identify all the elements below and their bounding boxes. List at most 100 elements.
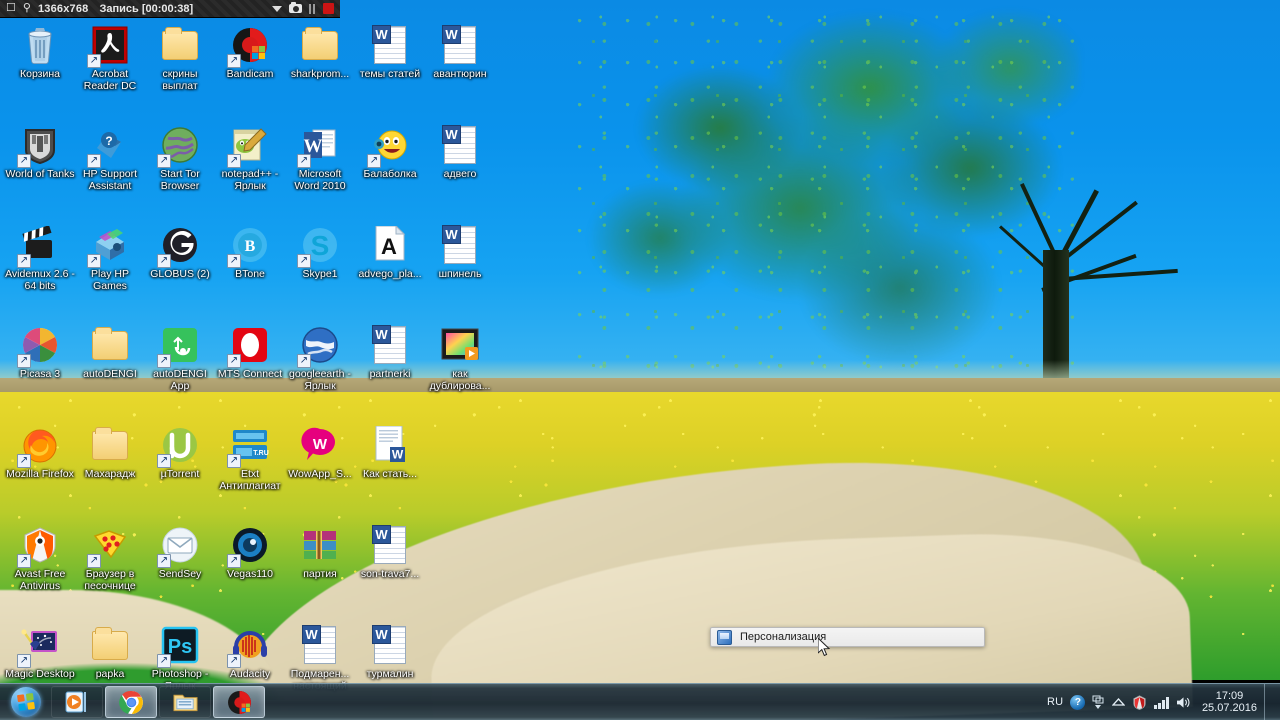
- desktop-icon[interactable]: ↗ Avidemux 2.6 - 64 bits: [5, 223, 75, 292]
- volume-icon[interactable]: [1176, 696, 1191, 709]
- start-button[interactable]: [2, 685, 50, 720]
- desktop-icon[interactable]: скрины выплат: [145, 23, 215, 92]
- window-icon[interactable]: ☐: [6, 3, 16, 14]
- desktop-icon[interactable]: ↗ Avast Free Antivirus: [5, 523, 75, 592]
- desktop-icon[interactable]: ↗ Балаболка: [355, 123, 425, 181]
- desktop-icon-label: Magic Desktop: [5, 668, 75, 680]
- desktop-icon[interactable]: son-trava7...: [355, 523, 425, 581]
- desktop-icon[interactable]: ↗ notepad++ - Ярлык: [215, 123, 285, 192]
- bandicam-recording-bar[interactable]: ☐ ⚲ 1366x768 Запись [00:00:38]: [0, 0, 340, 18]
- desktop-icon[interactable]: ↗ Picasa 3: [5, 323, 75, 381]
- avast-icon[interactable]: [1132, 694, 1147, 710]
- desktop-icon[interactable]: Aadvego_pla...: [355, 223, 425, 281]
- svg-text:Ps: Ps: [168, 636, 192, 658]
- desktop-icon[interactable]: ↗ autoDENGI App: [145, 323, 215, 392]
- taskbar-item-windows-explorer[interactable]: [159, 686, 211, 718]
- desktop-icon[interactable]: ↗ Mozilla Firefox: [5, 423, 75, 481]
- taskbar-item-google-chrome[interactable]: [105, 686, 157, 718]
- shortcut-arrow-icon: ↗: [367, 154, 381, 168]
- context-menu-item-personalization[interactable]: Персонализация: [740, 631, 826, 643]
- desktop-icon[interactable]: Корзина: [5, 23, 75, 81]
- desktop-icon[interactable]: как дублирова...: [425, 323, 495, 392]
- word-doc-icon: [368, 323, 412, 367]
- wot-icon: ↗: [17, 123, 62, 168]
- show-hidden-icons-icon[interactable]: [1112, 697, 1126, 707]
- desktop-icon[interactable]: W ↗ Microsoft Word 2010: [285, 123, 355, 192]
- desktop-icon[interactable]: ? ↗ HP Support Assistant: [75, 123, 145, 192]
- clock-time: 17:09: [1215, 690, 1244, 702]
- bandicam-icon: ↗: [227, 23, 272, 68]
- desktop-icon-label: SendSey: [158, 568, 202, 580]
- desktop-icon-label: как дублирова...: [429, 368, 491, 392]
- taskbar-item-bandicam[interactable]: [213, 686, 265, 718]
- video-icon: [438, 323, 482, 367]
- desktop-icon[interactable]: ↗ µTorrent: [145, 423, 215, 481]
- desktop-icon[interactable]: турмалин: [355, 623, 425, 681]
- desktop-icon[interactable]: ↗ World of Tanks: [5, 123, 75, 181]
- desktop-icon[interactable]: Подмарен... настоящий: [285, 623, 355, 692]
- network-icon[interactable]: [1154, 696, 1169, 709]
- desktop-icon-label: Mozilla Firefox: [6, 468, 74, 480]
- balabolka-icon: ↗: [367, 123, 412, 168]
- photoshop-icon: Ps ↗: [157, 623, 202, 668]
- desktop-icon[interactable]: шпинель: [425, 223, 495, 281]
- shortcut-arrow-icon: ↗: [17, 554, 31, 568]
- desktop-icon[interactable]: sharkprom...: [285, 23, 355, 81]
- pause-icon[interactable]: [309, 3, 316, 14]
- desktop-screen: ☐ ⚲ 1366x768 Запись [00:00:38] Корзина ↗ A…: [0, 0, 1280, 720]
- camera-icon[interactable]: [289, 1, 302, 13]
- desktop-icon[interactable]: ↗ Bandicam: [215, 23, 285, 81]
- desktop-icon-label: Bandicam: [226, 68, 274, 80]
- record-icon[interactable]: [323, 3, 334, 14]
- desktop-icon[interactable]: Махарадж: [75, 423, 145, 481]
- desktop-icon[interactable]: ↗ Acrobat Reader DC: [75, 23, 145, 92]
- desktop-icon-label: autoDENGI: [83, 368, 137, 380]
- svg-text:?: ?: [105, 134, 112, 148]
- desktop-icon[interactable]: partnerki: [355, 323, 425, 381]
- desktop-icon[interactable]: ↗ SendSey: [145, 523, 215, 581]
- desktop-icon[interactable]: autoDENGI: [75, 323, 145, 381]
- desktop-icon[interactable]: авантюрин: [425, 23, 495, 81]
- caret-down-icon[interactable]: [272, 5, 282, 12]
- word-doc-alt-icon: W: [368, 423, 412, 467]
- context-menu[interactable]: Персонализация: [710, 627, 985, 647]
- desktop-icon[interactable]: W WowApp_S...: [285, 423, 355, 481]
- desktop-icon-label: World of Tanks: [5, 168, 75, 180]
- magnifier-icon[interactable]: ⚲: [23, 3, 31, 14]
- language-indicator[interactable]: RU: [1047, 696, 1064, 708]
- desktop-icon[interactable]: T.RU ↗ Etxt Антиплагиат: [215, 423, 285, 492]
- desktop-icon[interactable]: ↗ GLOBUS (2): [145, 223, 215, 281]
- hp-support-icon: ? ↗: [87, 123, 132, 168]
- wallpaper-tree-leaves: [570, 8, 1080, 398]
- desktop-icon-label: Etxt Антиплагиат: [219, 468, 281, 492]
- desktop-icon[interactable]: ↗ Audacity: [215, 623, 285, 681]
- desktop-icon[interactable]: ↗ Start Tor Browser: [145, 123, 215, 192]
- desktop-icon-label: партия: [303, 568, 337, 580]
- desktop-icon[interactable]: ↗ Vegas110: [215, 523, 285, 581]
- desktop-icon[interactable]: S ↗ Skype1: [285, 223, 355, 281]
- help-icon[interactable]: ?: [1070, 694, 1086, 710]
- desktop-icon[interactable]: W Как стать...: [355, 423, 425, 481]
- action-center-icon[interactable]: [1092, 695, 1105, 710]
- show-desktop-button[interactable]: [1264, 683, 1274, 720]
- desktop-icon[interactable]: B ↗ BTone: [215, 223, 285, 281]
- desktop-icon[interactable]: ↗ MTS Connect: [215, 323, 285, 381]
- clock[interactable]: 17:09 25.07.2016: [1198, 690, 1257, 714]
- desktop-icon[interactable]: ↗ Magic Desktop: [5, 623, 75, 681]
- desktop-icon[interactable]: ↗ Браузер в песочнице: [75, 523, 145, 592]
- audacity-icon: ↗: [227, 623, 272, 668]
- desktop-icon[interactable]: papka: [75, 623, 145, 681]
- desktop-icon-label: Vegas110: [227, 568, 273, 580]
- desktop-icon-label: темы статей: [359, 68, 421, 80]
- desktop-icon[interactable]: темы статей: [355, 23, 425, 81]
- taskbar-item-windows-media-player[interactable]: [51, 686, 103, 718]
- desktop-icon[interactable]: Ps↗Photoshop - Ярлык: [145, 623, 215, 692]
- desktop-icon-label: Avast Free Antivirus: [14, 568, 66, 592]
- desktop-icon[interactable]: ↗ Play HP Games: [75, 223, 145, 292]
- desktop-icon[interactable]: адвего: [425, 123, 495, 181]
- desktop-icon-label: Корзина: [20, 68, 60, 80]
- desktop-icon[interactable]: партия: [285, 523, 355, 581]
- desktop-icon[interactable]: ↗ googleearth - Ярлык: [285, 323, 355, 392]
- folder-icon: [88, 623, 132, 667]
- folder-icon: [158, 23, 202, 67]
